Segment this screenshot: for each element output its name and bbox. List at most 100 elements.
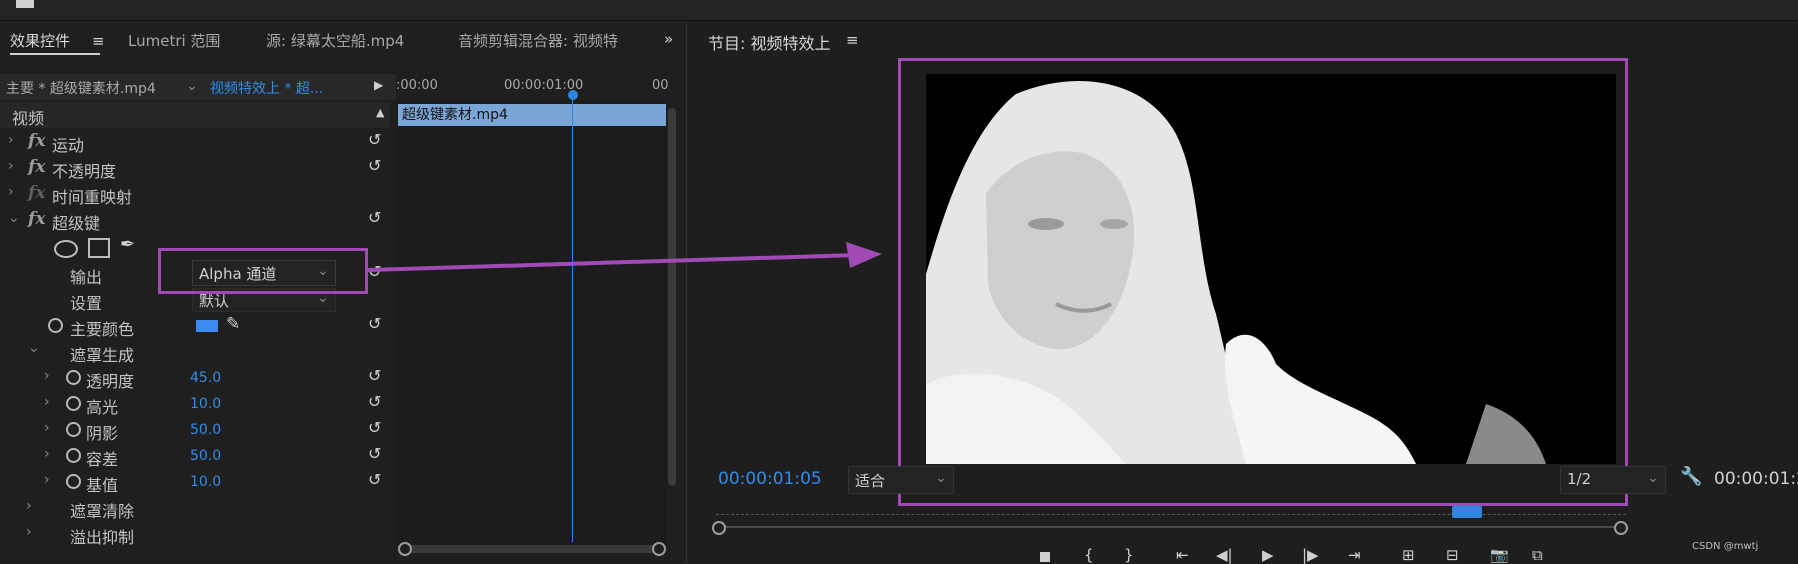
panel-tabbar: 效果控件 ≡ Lumetri 范围 源: 绿幕太空船.mp4 音频剪辑混合器: … [0, 22, 686, 62]
zoom-scrollbar[interactable] [716, 526, 1626, 528]
program-timecode[interactable]: 00:00:01:05 [718, 469, 822, 489]
effect-time-remap[interactable]: 时间重映射 [52, 184, 132, 208]
reset-icon[interactable]: ↺ [368, 470, 381, 489]
horizontal-scrollbar[interactable] [400, 545, 660, 553]
section-video-label: 视频 [12, 109, 45, 128]
mark-in-icon[interactable]: { [1084, 546, 1094, 564]
expand-chevron-icon[interactable]: › [44, 420, 50, 436]
output-highlight-box [158, 248, 368, 294]
reset-icon[interactable]: ↺ [368, 208, 381, 227]
mini-timeline [396, 100, 666, 546]
param-value[interactable]: 45.0 [190, 370, 221, 386]
master-clip-label[interactable]: 主要 * 超级键素材.mp4 [6, 78, 156, 98]
param-value[interactable]: 50.0 [190, 422, 221, 438]
param-label: 容差 [86, 450, 119, 469]
tab-effect-controls[interactable]: 效果控件 [10, 30, 70, 51]
panel-menu-icon[interactable]: ≡ [92, 32, 105, 50]
effect-opacity[interactable]: 不透明度 [52, 158, 116, 182]
vertical-scrollbar[interactable] [668, 108, 676, 486]
expand-chevron-icon[interactable]: › [44, 394, 50, 410]
expand-chevron-icon[interactable]: › [8, 158, 14, 174]
overwrite-icon[interactable]: ⊟ [1446, 546, 1459, 564]
expanded-chevron-icon[interactable]: ⌄ [28, 340, 40, 356]
annotation-arrow [368, 242, 882, 272]
step-forward-icon[interactable]: |▶ [1302, 546, 1319, 564]
expanded-chevron-icon[interactable]: ⌄ [8, 210, 20, 226]
expand-chevron-icon[interactable]: › [8, 132, 14, 148]
reset-icon[interactable]: ↺ [368, 366, 381, 385]
expand-chevron-icon[interactable]: › [44, 446, 50, 462]
expand-chevron-icon[interactable]: › [8, 184, 14, 200]
expand-chevron-icon[interactable]: › [44, 368, 50, 384]
zoom-handle-left[interactable] [712, 521, 726, 535]
stopwatch-icon[interactable] [66, 474, 81, 489]
program-playhead-handle[interactable] [1452, 506, 1482, 518]
collapse-up-icon[interactable]: ▲ [376, 106, 384, 119]
go-to-out-icon[interactable]: ⇥ [1348, 546, 1361, 564]
wrench-icon[interactable]: 🔧 [1680, 466, 1702, 487]
stopwatch-icon[interactable] [66, 448, 81, 463]
stopwatch-icon[interactable] [66, 370, 81, 385]
matte-generation-label[interactable]: 遮罩生成 [70, 342, 134, 366]
step-back-icon[interactable]: ◀| [1216, 546, 1233, 564]
expand-chevron-icon[interactable]: › [44, 472, 50, 488]
fit-dropdown[interactable]: 适合 ⌄ [848, 466, 954, 494]
rectangle-mask-icon[interactable] [88, 238, 110, 258]
insert-icon[interactable]: ⊞ [1402, 546, 1415, 564]
panel-menu-icon[interactable]: ≡ [846, 31, 859, 49]
playhead-handle[interactable] [568, 90, 578, 100]
mark-out-icon[interactable]: } [1124, 546, 1134, 564]
fx-icon[interactable]: fx [28, 209, 45, 229]
effect-motion[interactable]: 运动 [52, 132, 84, 156]
effect-ultra-key[interactable]: 超级键 [52, 210, 100, 234]
compare-view-icon[interactable]: ⧉ [1532, 546, 1543, 564]
stopwatch-icon[interactable] [66, 422, 81, 437]
param-value[interactable]: 10.0 [190, 474, 221, 490]
stopwatch-icon[interactable] [66, 396, 81, 411]
reset-icon[interactable]: ↺ [368, 444, 381, 463]
expand-chevron-icon[interactable]: › [26, 498, 32, 514]
play-only-icon[interactable]: ▶ [374, 78, 383, 92]
active-tab-underline [10, 53, 100, 55]
go-to-in-icon[interactable]: ⇤ [1176, 546, 1189, 564]
timeline-clip[interactable]: 超级键素材.mp4 [398, 104, 666, 126]
reset-icon[interactable]: ↺ [368, 130, 381, 149]
chevron-down-icon[interactable]: ⌄ [186, 78, 198, 94]
ellipse-mask-icon[interactable] [54, 240, 78, 258]
reset-icon[interactable]: ↺ [368, 392, 381, 411]
tab-lumetri-scopes[interactable]: Lumetri 范围 [128, 30, 220, 51]
fx-icon[interactable]: fx [28, 131, 45, 151]
param-value[interactable]: 50.0 [190, 448, 221, 464]
pen-mask-icon[interactable]: ✒ [120, 234, 135, 255]
param-value[interactable]: 10.0 [190, 396, 221, 412]
monitor-highlight-box [898, 58, 1628, 506]
ruler-start: :00:00 [396, 78, 438, 93]
tabs-overflow-icon[interactable]: » [664, 30, 673, 48]
play-icon[interactable]: ▶ [1262, 546, 1274, 564]
stopwatch-icon[interactable] [48, 318, 63, 333]
tab-audio-clip-mixer[interactable]: 音频剪辑混合器: 视频特 [458, 30, 618, 51]
expand-chevron-icon[interactable]: › [26, 524, 32, 540]
timecode-ruler[interactable] [716, 508, 1626, 515]
scroll-handle-left[interactable] [398, 542, 412, 556]
add-marker-icon[interactable] [1040, 552, 1050, 562]
fx-icon[interactable]: fx [28, 157, 45, 177]
program-monitor-title[interactable]: 节目: 视频特效上 [708, 30, 830, 54]
matte-cleanup-label[interactable]: 遮罩清除 [70, 498, 134, 522]
fx-icon[interactable]: fx [28, 183, 45, 203]
fit-dropdown-value: 适合 [855, 472, 886, 490]
resolution-dropdown[interactable]: 1/2 ⌄ [1560, 466, 1666, 494]
reset-icon[interactable]: ↺ [368, 418, 381, 437]
reset-icon[interactable]: ↺ [368, 156, 381, 175]
scroll-handle-right[interactable] [652, 542, 666, 556]
spill-suppression-label[interactable]: 溢出抑制 [70, 524, 134, 548]
eyedropper-icon[interactable]: ✎ [226, 314, 240, 334]
reset-icon[interactable]: ↺ [368, 314, 381, 333]
zoom-handle-right[interactable] [1614, 521, 1628, 535]
tab-source[interactable]: 源: 绿幕太空船.mp4 [266, 30, 404, 51]
clip-selector-bar: 主要 * 超级键素材.mp4 ⌄ 视频特效上 * 超... ▶ [0, 74, 396, 100]
export-frame-icon[interactable]: 📷 [1490, 546, 1509, 564]
sequence-clip-label[interactable]: 视频特效上 * 超... [210, 78, 323, 98]
output-label: 输出 [70, 268, 103, 287]
key-color-swatch[interactable] [196, 320, 218, 332]
